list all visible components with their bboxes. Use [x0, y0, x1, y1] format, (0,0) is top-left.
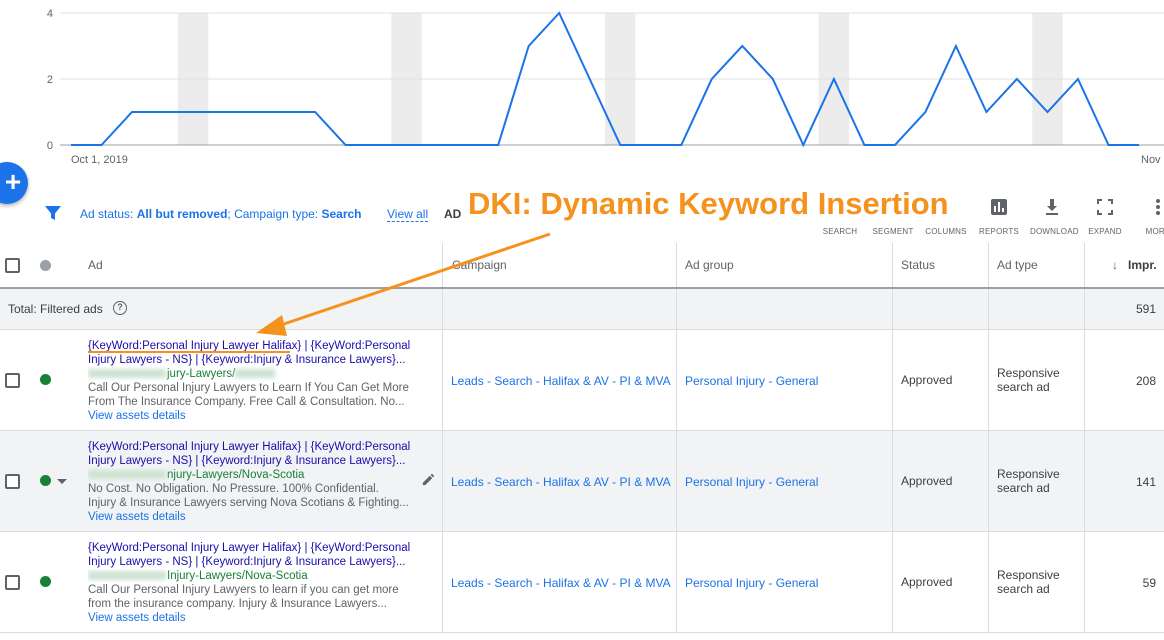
reports-icon	[977, 197, 1021, 219]
ad-type-text: Responsive search ad	[997, 467, 1060, 495]
campaign-link[interactable]: Leads - Search - Halifax & AV - PI & MVA	[451, 475, 671, 489]
edit-pencil-icon[interactable]	[421, 472, 436, 491]
status-text: Approved	[901, 373, 953, 387]
header-ad-group[interactable]: Ad group	[685, 258, 734, 272]
status-enabled-dot[interactable]	[40, 475, 51, 486]
view-assets-link[interactable]: View assets details	[88, 611, 428, 625]
header-status[interactable]: Status	[901, 258, 935, 272]
table-row: {KeyWord:Personal Injury Lawyer Halifax}…	[0, 431, 1164, 532]
ad-preview: {KeyWord:Personal Injury Lawyer Halifax}…	[88, 541, 428, 625]
y-tick-label: 4	[47, 8, 53, 20]
ad-headline-line-2[interactable]: Injury Lawyers - NS} | {Keyword:Injury &…	[88, 454, 428, 468]
impressions-line-chart: 0 2 4 Oct 1, 2019 Nov	[47, 8, 1164, 166]
filter-ad-status-value: All but removed	[136, 207, 228, 221]
more-vert-icon	[1136, 197, 1164, 219]
total-row: Total: Filtered ads ? 591	[0, 289, 1164, 330]
impr-value: 208	[1135, 374, 1156, 388]
ads-table: Ad Campaign Ad group Status Ad type ↓ Im…	[0, 243, 1164, 633]
redacted-path	[235, 369, 276, 379]
ad-type-text: Responsive search ad	[997, 366, 1060, 394]
table-header-row: Ad Campaign Ad group Status Ad type ↓ Im…	[0, 243, 1164, 289]
expand-icon	[1083, 197, 1127, 219]
row-checkbox[interactable]	[5, 373, 20, 388]
y-tick-label: 2	[47, 74, 53, 86]
ad-headline-line-1[interactable]: {KeyWord:Personal Injury Lawyer Halifax}…	[88, 440, 428, 454]
ad-headline-line-2[interactable]: Injury Lawyers - NS} | {Keyword:Injury &…	[88, 555, 428, 569]
table-row: {KeyWord:Personal Injury Lawyer Halifax}…	[0, 532, 1164, 633]
ad-display-url: njury-Lawyers/Nova-Scotia	[88, 468, 428, 482]
redacted-domain	[88, 571, 166, 581]
ad-headline-line-1[interactable]: {KeyWord:Personal Injury Lawyer Halifax}…	[88, 339, 428, 353]
filter-separator: ;	[227, 207, 231, 221]
header-campaign[interactable]: Campaign	[452, 258, 507, 272]
impr-value: 141	[1135, 475, 1156, 489]
row-checkbox[interactable]	[5, 474, 20, 489]
filter-campaign-type-label: Campaign type:	[234, 207, 319, 221]
view-assets-link[interactable]: View assets details	[88, 409, 428, 423]
status-header-dot	[40, 260, 51, 271]
x-tick-end: Nov	[1141, 154, 1161, 166]
status-text: Approved	[901, 575, 953, 589]
ad-headline-line-1[interactable]: {KeyWord:Personal Injury Lawyer Halifax}…	[88, 541, 428, 555]
help-icon[interactable]: ?	[113, 301, 127, 315]
select-all-checkbox[interactable]	[5, 258, 20, 273]
ad-description: No Cost. No Obligation. No Pressure. 100…	[88, 483, 409, 509]
filter-chips[interactable]: Ad status: All but removed; Campaign typ…	[80, 207, 362, 221]
status-dropdown-icon[interactable]	[57, 479, 67, 484]
total-impr: 591	[1135, 302, 1156, 316]
ad-preview: {KeyWord:Personal Injury Lawyer Halifax}…	[88, 440, 428, 524]
filter-campaign-type-value: Search	[321, 207, 362, 221]
filter-ad-status-label: Ad status:	[80, 207, 134, 221]
ad-display-url: jury-Lawyers/	[88, 367, 428, 381]
reports-button[interactable]: REPORTS	[977, 197, 1021, 237]
ad-type-text: Responsive search ad	[997, 568, 1060, 596]
view-all-link[interactable]: View all	[387, 207, 429, 222]
more-button[interactable]: MORE	[1136, 197, 1164, 237]
ad-headline-line-2[interactable]: Injury Lawyers - NS} | {Keyword:Injury &…	[88, 353, 428, 367]
dki-annotation-label: DKI: Dynamic Keyword Insertion	[462, 182, 955, 226]
y-tick-label: 0	[47, 140, 53, 152]
plus-icon: +	[4, 166, 22, 197]
download-button[interactable]: DOWNLOAD	[1030, 197, 1079, 237]
row-checkbox[interactable]	[5, 575, 20, 590]
expand-button[interactable]: EXPAND	[1083, 197, 1127, 237]
header-ad-type[interactable]: Ad type	[997, 258, 1038, 272]
redacted-domain	[88, 470, 166, 480]
campaign-link[interactable]: Leads - Search - Halifax & AV - PI & MVA	[451, 374, 671, 388]
filter-icon[interactable]	[44, 204, 62, 222]
header-impr[interactable]: Impr.	[1128, 258, 1157, 272]
status-text: Approved	[901, 474, 953, 488]
sort-down-icon: ↓	[1112, 258, 1118, 272]
ad-group-link[interactable]: Personal Injury - General	[685, 475, 818, 489]
total-label: Total: Filtered ads	[8, 302, 103, 316]
view-assets-link[interactable]: View assets details	[88, 510, 428, 524]
ad-display-url: Injury-Lawyers/Nova-Scotia	[88, 569, 428, 583]
ad-group-link[interactable]: Personal Injury - General	[685, 374, 818, 388]
ad-group-link[interactable]: Personal Injury - General	[685, 576, 818, 590]
download-icon	[1030, 197, 1074, 219]
status-enabled-dot[interactable]	[40, 576, 51, 587]
table-row: {KeyWord:Personal Injury Lawyer Halifax}…	[0, 330, 1164, 431]
campaign-link[interactable]: Leads - Search - Halifax & AV - PI & MVA	[451, 576, 671, 590]
ad-description: Call Our Personal Injury Lawyers to lear…	[88, 584, 399, 610]
status-enabled-dot[interactable]	[40, 374, 51, 385]
impr-value: 59	[1142, 576, 1156, 590]
ad-preview: {KeyWord:Personal Injury Lawyer Halifax}…	[88, 339, 428, 423]
ad-description: Call Our Personal Injury Lawyers to Lear…	[88, 382, 409, 408]
x-tick-start: Oct 1, 2019	[71, 154, 128, 166]
header-ad[interactable]: Ad	[88, 258, 103, 272]
redacted-domain	[88, 369, 166, 379]
